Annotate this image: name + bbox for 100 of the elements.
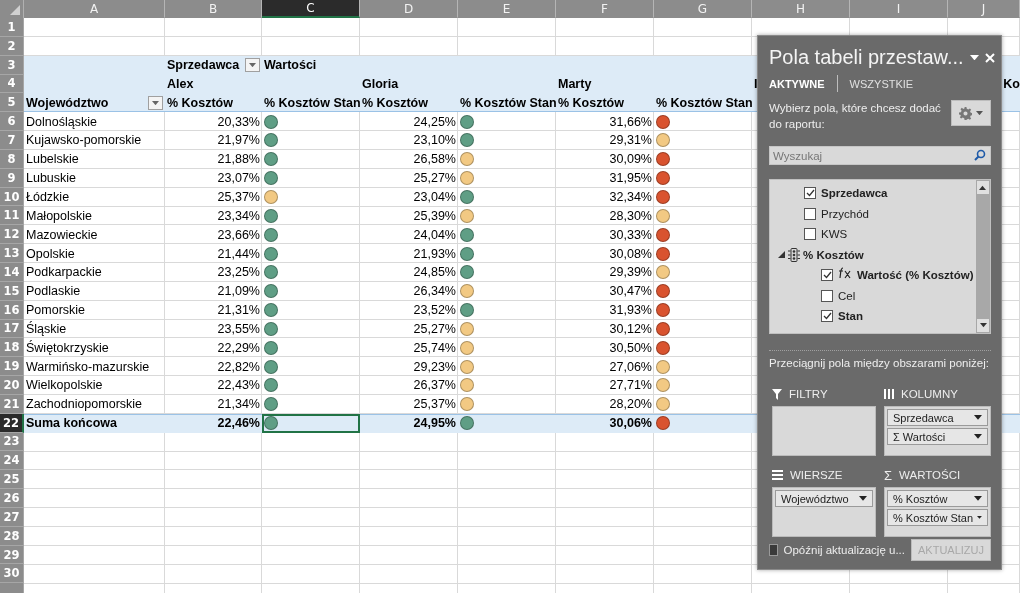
row-header[interactable]: 30 xyxy=(0,564,24,584)
column-header[interactable]: C xyxy=(262,0,360,18)
table-cell: 21,31% xyxy=(217,303,260,318)
table-cell: 32,34% xyxy=(609,190,652,204)
table-cell: 30,09% xyxy=(609,152,652,167)
checkbox[interactable] xyxy=(821,310,833,323)
dropdown-arrow-icon xyxy=(152,100,159,105)
filter-button[interactable] xyxy=(245,58,260,73)
sigma-icon: Σ xyxy=(884,467,893,483)
scrollbar[interactable] xyxy=(976,180,990,333)
column-header[interactable]: J xyxy=(948,0,1020,18)
table-cell: 21,88% xyxy=(217,152,260,167)
table-cell: Kujawsko-pomorskie xyxy=(26,133,142,148)
table-cell: 25,39% xyxy=(413,208,456,223)
area-field-button[interactable]: % Kosztów Stan xyxy=(887,509,988,526)
column-header[interactable]: I xyxy=(850,0,948,18)
table-cell: 30,50% xyxy=(609,340,652,355)
table-cell: 30,12% xyxy=(609,321,652,336)
search-field[interactable]: Wyszukaj xyxy=(769,146,991,165)
checkbox[interactable] xyxy=(821,269,833,282)
area-field-button[interactable]: Województwo xyxy=(775,490,873,507)
table-cell: 29,39% xyxy=(609,265,652,280)
table-cell: 21,34% xyxy=(217,397,260,412)
panel-menu-button[interactable] xyxy=(969,54,979,61)
scroll-up-button[interactable] xyxy=(977,181,989,194)
table-cell: 27,71% xyxy=(609,378,652,393)
table-cell: 22,29% xyxy=(217,340,260,355)
caret-icon xyxy=(979,323,987,328)
table-cell: 28,20% xyxy=(609,397,652,412)
row-header[interactable]: 12 xyxy=(0,225,24,245)
table-cell: 26,34% xyxy=(413,284,456,299)
filter-icon xyxy=(772,388,782,400)
row-header[interactable]: 24 xyxy=(0,451,24,471)
drop-area[interactable]: % Kosztów % Kosztów Stan xyxy=(884,487,991,537)
column-header[interactable]: D xyxy=(360,0,458,18)
area-field-button[interactable]: % Kosztów xyxy=(887,490,988,507)
area-title: WIERSZE xyxy=(790,469,843,481)
row-header[interactable]: 5 xyxy=(0,93,24,113)
expand-arrow-icon[interactable] xyxy=(778,251,785,259)
table-cell: 24,95% xyxy=(413,416,456,431)
row-header[interactable]: 19 xyxy=(0,357,24,377)
checkbox[interactable] xyxy=(804,187,816,200)
table-cell: % Kosztów xyxy=(362,95,428,110)
drag-hint-text: Przeciągnij pola między obszarami poniżej: xyxy=(769,357,990,369)
column-header[interactable]: E xyxy=(458,0,556,18)
settings-button[interactable] xyxy=(951,100,991,126)
table-cell: 23,66% xyxy=(217,227,260,242)
select-all-icon xyxy=(10,5,20,15)
drop-area[interactable]: Województwo xyxy=(772,487,876,537)
caret-icon xyxy=(979,185,987,190)
check-icon xyxy=(822,312,832,321)
row-header[interactable]: 11 xyxy=(0,206,24,226)
table-cell: 24,04% xyxy=(413,227,456,242)
field-label: Wartość (% Kosztów) xyxy=(857,269,974,282)
table-cell: 31,93% xyxy=(609,303,652,318)
column-header[interactable]: G xyxy=(654,0,752,18)
checkbox[interactable] xyxy=(804,207,816,220)
table-cell: 21,09% xyxy=(217,284,260,299)
table-cell: 22,46% xyxy=(217,416,260,431)
row-header[interactable]: 25 xyxy=(0,470,24,490)
selected-cell[interactable] xyxy=(262,413,360,433)
table-cell: Podlaskie xyxy=(26,284,81,299)
table-cell: Suma końcowa xyxy=(26,416,117,431)
row-header[interactable]: 18 xyxy=(0,338,24,358)
column-header[interactable]: A xyxy=(24,0,165,18)
checkbox[interactable] xyxy=(804,228,816,241)
table-cell: 30,08% xyxy=(609,246,652,261)
panel-tab[interactable]: WSZYSTKIE xyxy=(849,77,914,90)
dropdown-arrow-icon xyxy=(249,63,256,68)
row-header[interactable]: 6 xyxy=(0,112,24,132)
table-cell: Małopolskie xyxy=(26,208,92,223)
column-header[interactable]: H xyxy=(752,0,850,18)
filter-button[interactable] xyxy=(148,95,163,110)
caret-icon xyxy=(976,110,983,116)
column-header[interactable]: B xyxy=(165,0,262,18)
checkbox[interactable] xyxy=(769,544,778,556)
table-cell: 25,37% xyxy=(217,190,260,204)
area-field-button[interactable]: Sprzedawca xyxy=(887,409,988,426)
defer-update-label: Opóźnij aktualizację u... xyxy=(783,544,905,556)
table-cell: 29,23% xyxy=(413,359,456,374)
checkbox[interactable] xyxy=(821,289,833,302)
table-cell: Dolnośląskie xyxy=(26,114,97,129)
column-header[interactable]: F xyxy=(556,0,654,18)
row-header[interactable]: 7 xyxy=(0,131,24,150)
table-cell: 26,37% xyxy=(413,378,456,393)
row-header[interactable]: 20 xyxy=(0,376,24,395)
row-header[interactable]: 1 xyxy=(0,18,24,37)
row-header[interactable]: 13 xyxy=(0,244,24,263)
area-title: KOLUMNY xyxy=(901,388,958,400)
table-cell: 24,25% xyxy=(413,114,456,129)
field-label: Cel xyxy=(838,289,856,302)
panel-tab[interactable]: AKTYWNE xyxy=(769,77,825,90)
scroll-down-button[interactable] xyxy=(977,319,989,332)
table-cell: 25,27% xyxy=(413,321,456,336)
drop-area[interactable]: Sprzedawca Σ Wartości xyxy=(884,406,991,456)
close-button[interactable] xyxy=(984,52,995,63)
area-field-button[interactable]: Σ Wartości xyxy=(887,428,988,445)
table-cell: 20,33% xyxy=(217,114,260,129)
table-cell: 27,06% xyxy=(609,359,652,374)
row-header[interactable]: 26 xyxy=(0,489,24,508)
